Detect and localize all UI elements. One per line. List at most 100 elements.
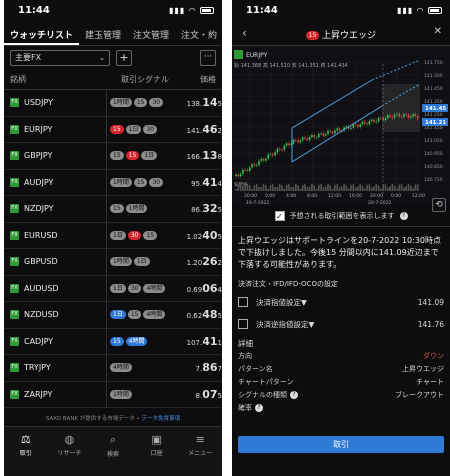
trade-button[interactable]: 取引 <box>238 436 444 453</box>
watchlist-row[interactable]: FX USDJPY 1時間 15 30 138.145 <box>4 90 222 117</box>
price-tail: 1 <box>217 338 222 347</box>
bottom-nav: ⚖ 取引 ◍ リサーチ ⌕ 検索 ▣ 口座 ≡ メニュー <box>4 426 222 476</box>
fx-flag-icon: FX <box>10 151 19 161</box>
price-small: 86. <box>191 206 203 215</box>
price-value: 166.138 <box>187 149 222 162</box>
signal-chip[interactable]: 1日 <box>125 124 142 134</box>
signal-chip[interactable]: 15 <box>143 230 158 240</box>
signal-chip[interactable]: 15 <box>110 336 124 346</box>
signal-chip[interactable]: 15 <box>110 124 124 134</box>
signal-chip[interactable]: 1日 <box>133 257 150 267</box>
price-big: 41 <box>202 334 218 348</box>
signal-chip[interactable]: 4時間 <box>110 363 132 373</box>
signal-chip[interactable]: 15 <box>133 98 148 108</box>
nav-label: 口座 <box>150 450 163 457</box>
stop-checkbox[interactable] <box>238 319 248 329</box>
menu-icon: ≡ <box>195 433 205 446</box>
symbol-name: USDJPY <box>24 98 53 108</box>
signal-chip[interactable]: 1日 <box>110 310 126 320</box>
chart-settings-icon[interactable]: ⟲ <box>432 198 446 212</box>
disclaimer-link[interactable]: データ免責事項 <box>142 416 181 422</box>
candle-body <box>301 137 304 141</box>
volume-bar <box>251 188 253 191</box>
nav-search[interactable]: ⌕ 検索 <box>91 427 135 476</box>
watchlist-row[interactable]: FX EURJPY 15 1日 30 141.462 <box>4 116 222 143</box>
signal-chip[interactable]: 30 <box>127 230 142 240</box>
help-icon[interactable]: ? <box>399 212 408 220</box>
watchlist-select[interactable]: 主要FX ⌄ <box>10 50 110 66</box>
signal-chip[interactable]: 30 <box>149 98 164 108</box>
volume-bar <box>338 187 341 191</box>
detail-value: 上昇ウエッジ <box>402 364 444 373</box>
detail-row: パターン名 上昇ウエッジ <box>232 362 450 375</box>
signal-chip[interactable]: 1時間 <box>110 389 132 399</box>
pattern-chart[interactable]: EURJPY 始 141.368 高 141.510 安 141.351 終 1… <box>232 46 450 206</box>
signal-chip[interactable]: 4時間 <box>143 310 166 320</box>
watchlist-row[interactable]: FX NZDJPY 15 1時間 86.325 <box>4 196 222 223</box>
volume-bar <box>262 184 265 191</box>
x-tick: 8:00 <box>307 193 317 199</box>
y-tick: 141.250 <box>424 112 443 118</box>
signal-chip[interactable]: 1時間 <box>110 257 132 267</box>
signal-chip[interactable]: 15 <box>110 204 124 214</box>
volume-bar <box>292 186 295 191</box>
signal-chip[interactable]: 4時間 <box>125 336 148 346</box>
more-options-button[interactable]: ··· <box>200 50 216 66</box>
signal-chip[interactable]: 30 <box>143 124 158 134</box>
tab-watchlist[interactable]: ウォッチリスト <box>4 20 80 45</box>
tab-order-history[interactable]: 注文・約 <box>175 20 222 45</box>
volume-bar <box>380 188 382 191</box>
watchlist-row[interactable]: FX GBPUSD 1時間 1日 1.20262 <box>4 249 222 276</box>
signal-chip[interactable]: 1日 <box>141 151 158 161</box>
volume-bar <box>398 184 401 191</box>
row-divider <box>106 381 107 407</box>
footnote-text: SAXO BANK が提供する市場データ • <box>45 416 142 422</box>
show-range-checkbox[interactable]: ✓ <box>274 211 285 221</box>
list-toolbar: 主要FX ⌄ + ··· <box>4 46 222 70</box>
watchlist-row[interactable]: FX EURUSD 1日 30 15 1.02405 <box>4 222 222 249</box>
tab-orders[interactable]: 注文管理 <box>127 20 175 45</box>
signal-chip[interactable]: 15 <box>127 310 142 320</box>
signal-chip[interactable]: 1時間 <box>110 98 132 108</box>
watchlist-row[interactable]: FX CADJPY 15 4時間 107.411 <box>4 328 222 355</box>
symbol-name: AUDJPY <box>24 177 54 187</box>
nav-research[interactable]: ◍ リサーチ <box>48 427 92 476</box>
signal-chip[interactable]: 15 <box>125 151 140 161</box>
watchlist-row[interactable]: FX GBPJPY 15 15 1日 166.138 <box>4 143 222 170</box>
signal-chip[interactable]: 15 <box>110 151 124 161</box>
watchlist-row[interactable]: FX AUDJPY 1時間 15 30 95.414 <box>4 169 222 196</box>
watchlist-row[interactable]: FX AUDUSD 1日 30 4時間 0.69064 <box>4 275 222 302</box>
add-button[interactable]: + <box>116 50 132 66</box>
watchlist-row[interactable]: FX TRYJPY 4時間 7.867 <box>4 355 222 382</box>
stop-label[interactable]: 決済逆指値設定▼ <box>256 319 314 330</box>
tab-positions[interactable]: 建玉管理 <box>79 20 127 45</box>
show-range-label: 予想される取引範囲を表示します <box>289 212 395 220</box>
candle-body <box>345 126 348 128</box>
signal-chip[interactable]: 1時間 <box>110 177 132 187</box>
help-icon[interactable]: ? <box>290 390 298 399</box>
signal-chip[interactable]: 1日 <box>110 230 126 240</box>
price-big: 40 <box>202 228 218 242</box>
candle-body <box>267 154 269 159</box>
pattern-detail-screen: 11:44 ▮▮▮ ◠ ‹ 15 上昇ウエッジ ✕ EURJPY 始 141.36… <box>232 0 450 476</box>
signal-chips: 15 15 1日 <box>110 151 158 161</box>
price-tail: 5 <box>217 312 222 321</box>
signal-chip[interactable]: 1時間 <box>125 204 148 214</box>
limit-checkbox[interactable] <box>238 297 248 307</box>
volume-bar <box>283 188 286 191</box>
candle-body <box>322 133 325 136</box>
nav-menu[interactable]: ≡ メニュー <box>178 427 222 476</box>
watchlist-row[interactable]: FX NZDUSD 1日 15 4時間 0.62485 <box>4 302 222 329</box>
help-icon[interactable]: ? <box>255 403 263 412</box>
nav-account[interactable]: ▣ 口座 <box>135 427 179 476</box>
signal-chip[interactable]: 1日 <box>110 283 126 293</box>
nav-trade[interactable]: ⚖ 取引 <box>4 427 48 476</box>
close-icon[interactable]: ✕ <box>434 26 442 37</box>
candle-body <box>235 174 237 176</box>
limit-label[interactable]: 決済指値設定▼ <box>256 297 307 308</box>
watchlist-row[interactable]: FX ZARJPY 1時間 8.075 <box>4 381 222 408</box>
signal-chip[interactable]: 15 <box>133 177 148 187</box>
signal-chip[interactable]: 4時間 <box>143 283 166 293</box>
signal-chip[interactable]: 30 <box>127 283 142 293</box>
signal-chip[interactable]: 30 <box>149 177 164 187</box>
